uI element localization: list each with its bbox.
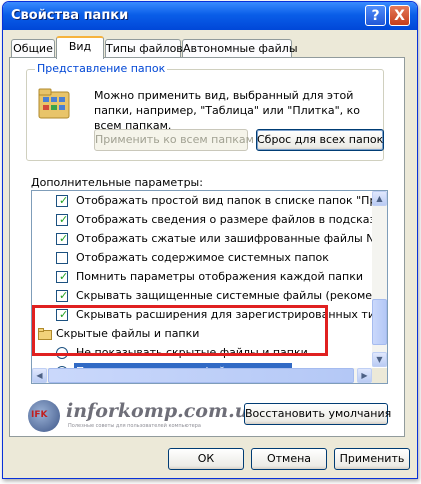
list-item-label: Отображать сведения о размере файлов в п… — [76, 213, 388, 226]
list-item-label: Помнить параметры отображения каждой пап… — [76, 270, 364, 283]
apply-to-all-folders-button[interactable]: Применить ко всем папкам — [94, 129, 254, 151]
list-item[interactable]: Скрытые файлы и папки — [32, 325, 372, 343]
folder-views-icon — [38, 88, 70, 119]
help-button[interactable]: ? — [365, 5, 386, 26]
window-title: Свойства папки — [11, 8, 129, 23]
tab-offline-files[interactable]: Автономные файлы — [182, 39, 298, 58]
advanced-settings-label: Дополнительные параметры: — [31, 176, 203, 189]
list-item-label: Скрытые файлы и папки — [56, 327, 200, 340]
folder-icon — [38, 328, 52, 340]
apply-button[interactable]: Применить — [334, 448, 410, 470]
folder-view-description: Можно применить вид, выбранный для этой … — [94, 89, 361, 132]
folder-view-legend: Представление папок — [35, 62, 168, 75]
watermark-logo: IFK — [28, 400, 60, 432]
horizontal-scrollbar[interactable]: ◀ ▶ — [32, 368, 372, 383]
list-item[interactable]: ✓ Отображать сведения о размере файлов в… — [32, 211, 387, 229]
close-button[interactable]: X — [389, 5, 410, 26]
scroll-down-arrow-icon[interactable]: ▼ — [372, 352, 387, 367]
list-item[interactable]: Отображать содержимое системных папок — [32, 249, 372, 267]
list-item-label: Отображать сжатые или зашифрованные файл… — [76, 232, 388, 245]
scroll-thumb[interactable] — [372, 299, 387, 345]
cancel-button[interactable]: Отмена — [251, 448, 327, 470]
list-item-label: Отображать содержимое системных папок — [76, 251, 329, 264]
title-bar[interactable]: Свойства папки ? X — [3, 2, 417, 30]
checkbox[interactable]: ✓ — [56, 271, 68, 283]
list-item[interactable]: ✓ Отображать сжатые или зашифрованные фа… — [32, 230, 387, 248]
watermark: IFK inforkomp.com.ua Полезные советы для… — [28, 398, 261, 434]
list-item-label: Не показывать скрытые файлы и папки — [76, 346, 308, 359]
reset-all-folders-button[interactable]: Сброс для всех папок — [256, 129, 384, 151]
scroll-left-arrow-icon[interactable]: ◀ — [32, 368, 47, 383]
list-item[interactable]: ✓ Отображать простой вид папок в списке … — [32, 192, 387, 210]
checkbox[interactable]: ✓ — [56, 214, 68, 226]
ok-button[interactable]: ОК — [168, 448, 244, 470]
scroll-thumb-horizontal[interactable] — [48, 368, 354, 383]
checkbox[interactable]: ✓ — [56, 233, 68, 245]
list-item-label: Скрывать защищенные системные файлы (рек… — [76, 289, 388, 302]
advanced-settings-list[interactable]: ✓ Отображать простой вид папок в списке … — [31, 190, 388, 384]
radio-button[interactable] — [56, 347, 68, 359]
list-item-label: Отображать простой вид папок в списке па… — [76, 194, 388, 207]
list-item[interactable]: Не показывать скрытые файлы и папки — [32, 344, 372, 362]
watermark-tagline: Полезные советы для пользователей компью… — [68, 423, 201, 429]
scroll-right-arrow-icon[interactable]: ▶ — [357, 368, 372, 383]
tab-general[interactable]: Общие — [11, 39, 55, 58]
list-item[interactable]: ✓ Скрывать защищенные системные файлы (р… — [32, 287, 387, 305]
restore-defaults-button[interactable]: Восстановить умолчания — [244, 403, 391, 425]
checkbox[interactable] — [56, 252, 68, 264]
vertical-scrollbar[interactable]: ▲ ▼ — [372, 191, 387, 367]
watermark-site: inforkomp.com.ua — [66, 400, 261, 422]
tab-view[interactable]: Вид — [56, 36, 104, 59]
checkbox[interactable]: ✓ — [56, 290, 68, 302]
scroll-corner — [372, 368, 387, 383]
checkbox[interactable]: ✓ — [56, 195, 68, 207]
scroll-up-arrow-icon[interactable]: ▲ — [372, 191, 387, 206]
list-item[interactable]: ✓ Помнить параметры отображения каждой п… — [32, 268, 372, 286]
tab-file-types[interactable]: Типы файлов — [105, 39, 183, 58]
